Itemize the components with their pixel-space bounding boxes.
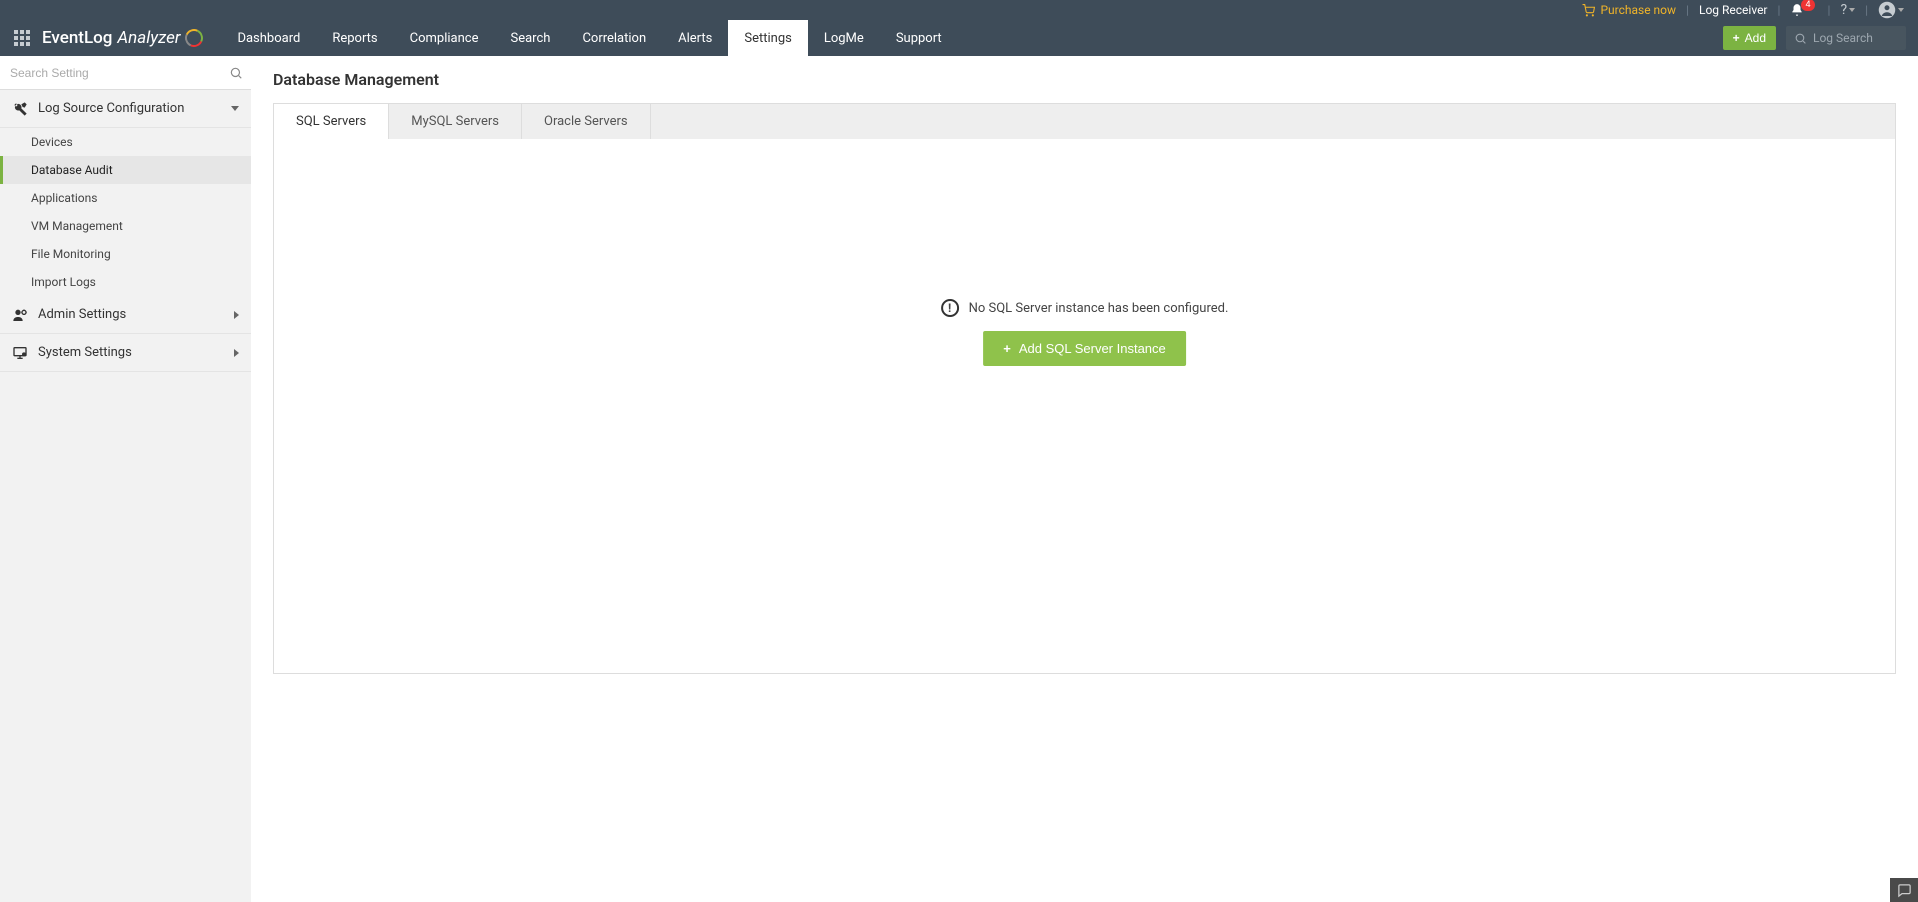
utility-topbar: Purchase now | Log Receiver | 4 | ? | (0, 0, 1918, 20)
admin-icon (12, 307, 28, 323)
purchase-now-label: Purchase now (1600, 3, 1676, 17)
chat-icon (1897, 883, 1912, 898)
sidebar-section-system[interactable]: System Settings (0, 334, 251, 372)
user-menu[interactable] (1878, 1, 1904, 19)
sidebar-item-vm-management[interactable]: VM Management (0, 212, 251, 240)
empty-message-row: ! No SQL Server instance has been config… (941, 299, 1229, 317)
add-sql-server-instance-button[interactable]: + Add SQL Server Instance (983, 331, 1186, 366)
notifications-button[interactable]: 4 (1790, 3, 1817, 17)
sidebar-item-file-monitoring[interactable]: File Monitoring (0, 240, 251, 268)
nav-settings[interactable]: Settings (728, 20, 807, 56)
cart-icon (1582, 4, 1595, 17)
nav-alerts[interactable]: Alerts (662, 20, 728, 56)
nav-support[interactable]: Support (880, 20, 958, 56)
apps-grid-icon[interactable] (14, 30, 30, 46)
tab-sql-servers[interactable]: SQL Servers (274, 104, 389, 139)
chevron-right-icon (234, 349, 239, 357)
sidebar-section-title: Admin Settings (38, 307, 126, 322)
sidebar-section-title: Log Source Configuration (38, 101, 184, 116)
search-setting-input[interactable] (0, 56, 251, 89)
nav-correlation[interactable]: Correlation (566, 20, 662, 56)
sidebar-section-log-source[interactable]: Log Source Configuration (0, 90, 251, 128)
chevron-down-icon (1849, 8, 1855, 12)
empty-state: ! No SQL Server instance has been config… (941, 299, 1229, 366)
separator: | (1686, 3, 1689, 17)
tab-mysql-servers[interactable]: MySQL Servers (389, 104, 522, 139)
nav-reports[interactable]: Reports (316, 20, 393, 56)
feedback-button[interactable] (1890, 878, 1918, 902)
chevron-down-icon (231, 106, 239, 111)
swirl-icon (183, 26, 206, 49)
sidebar-section-items: Devices Database Audit Applications VM M… (0, 128, 251, 296)
main-header: EventLog Analyzer Dashboard Reports Comp… (0, 20, 1918, 56)
log-receiver-link[interactable]: Log Receiver (1699, 3, 1768, 17)
add-instance-label: Add SQL Server Instance (1019, 341, 1166, 356)
user-icon (1878, 1, 1896, 19)
tab-oracle-servers[interactable]: Oracle Servers (522, 104, 651, 139)
sidebar-item-applications[interactable]: Applications (0, 184, 251, 212)
info-icon: ! (941, 299, 959, 317)
separator: | (1828, 3, 1831, 17)
nav-search[interactable]: Search (495, 20, 567, 56)
main-content: Database Management SQL Servers MySQL Se… (251, 56, 1918, 902)
brand-text-1: EventLog (42, 28, 112, 48)
empty-message-text: No SQL Server instance has been configur… (969, 301, 1229, 316)
add-button-label: Add (1745, 31, 1766, 45)
purchase-now-link[interactable]: Purchase now (1582, 3, 1676, 17)
plus-icon: + (1003, 341, 1011, 356)
nav-logme[interactable]: LogMe (808, 20, 880, 56)
sidebar-item-database-audit[interactable]: Database Audit (0, 156, 251, 184)
separator: | (1778, 3, 1781, 17)
help-menu[interactable]: ? (1840, 2, 1855, 18)
primary-nav: Dashboard Reports Compliance Search Corr… (221, 20, 957, 56)
nav-dashboard[interactable]: Dashboard (221, 20, 316, 56)
sidebar-item-devices[interactable]: Devices (0, 128, 251, 156)
settings-sidebar: Log Source Configuration Devices Databas… (0, 56, 251, 902)
chevron-right-icon (234, 311, 239, 319)
plus-icon: + (1733, 31, 1740, 45)
db-tabs: SQL Servers MySQL Servers Oracle Servers (273, 103, 1896, 139)
search-icon[interactable] (229, 66, 243, 80)
brand-area: EventLog Analyzer (0, 20, 221, 56)
sidebar-section-admin[interactable]: Admin Settings (0, 296, 251, 334)
log-search-button[interactable]: Log Search (1786, 26, 1906, 50)
page-title: Database Management (273, 70, 1896, 89)
log-search-label: Log Search (1813, 31, 1873, 45)
sidebar-section-title: System Settings (38, 345, 132, 360)
tab-panel: ! No SQL Server instance has been config… (273, 139, 1896, 674)
header-actions: + Add Log Search (1723, 20, 1918, 56)
app-body: Log Source Configuration Devices Databas… (0, 56, 1918, 902)
help-icon: ? (1840, 2, 1847, 18)
chevron-down-icon (1898, 8, 1904, 12)
notification-count-badge: 4 (1801, 0, 1814, 11)
add-button[interactable]: + Add (1723, 26, 1776, 50)
system-icon (12, 345, 28, 361)
sidebar-search-wrap (0, 56, 251, 90)
sidebar-item-import-logs[interactable]: Import Logs (0, 268, 251, 296)
search-icon (1794, 32, 1807, 45)
brand-text-2: Analyzer (117, 28, 180, 48)
product-logo[interactable]: EventLog Analyzer (42, 28, 203, 48)
nav-compliance[interactable]: Compliance (394, 20, 495, 56)
tools-icon (12, 101, 28, 117)
separator: | (1865, 3, 1868, 17)
